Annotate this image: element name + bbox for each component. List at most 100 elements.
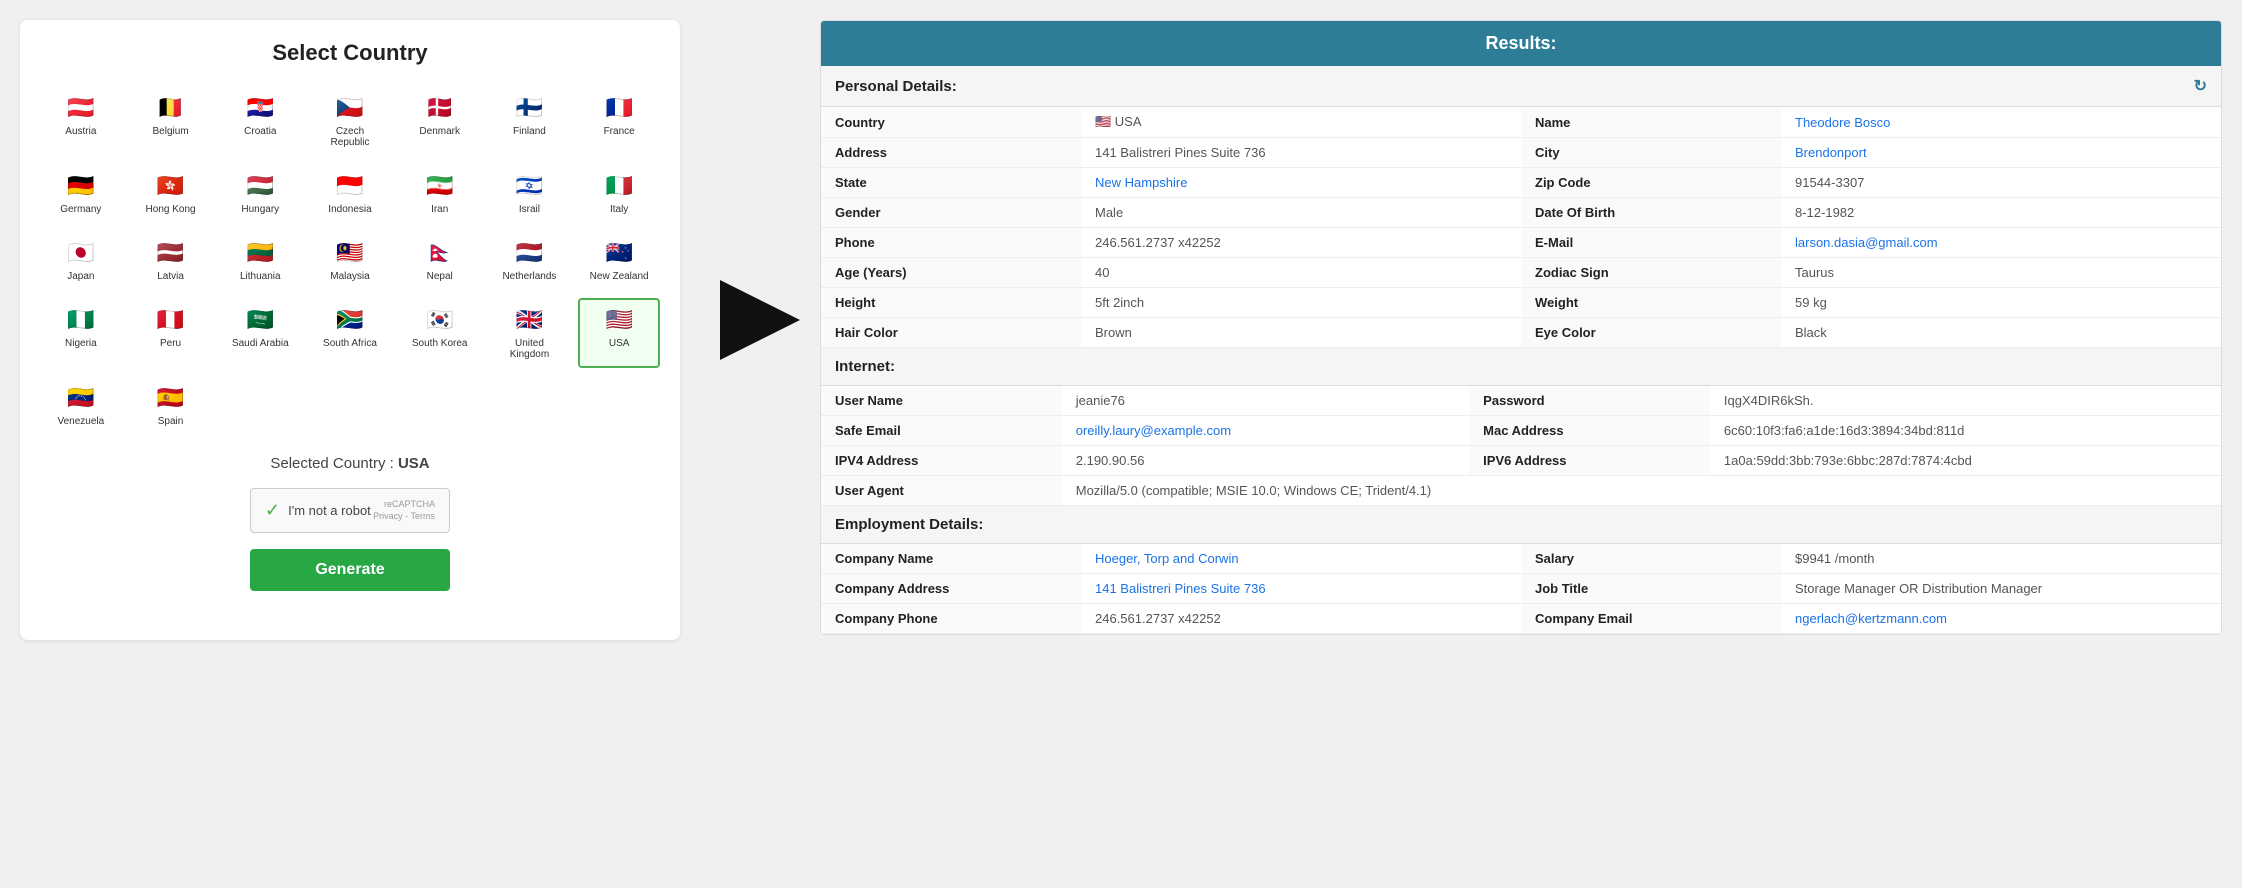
country-item-israil[interactable]: 🇮🇱Israil <box>489 164 571 223</box>
country-item-denmark[interactable]: 🇩🇰Denmark <box>399 86 481 156</box>
country-item-japan[interactable]: 🇯🇵Japan <box>40 231 122 290</box>
country-item-saudi-arabia[interactable]: 🇸🇦Saudi Arabia <box>219 298 301 368</box>
row-label2: E-Mail <box>1521 228 1781 258</box>
country-item-new-zealand[interactable]: 🇳🇿New Zealand <box>578 231 660 290</box>
selected-country-display: Selected Country : USA <box>40 455 660 472</box>
country-item-nepal[interactable]: 🇳🇵Nepal <box>399 231 481 290</box>
country-label: Belgium <box>152 126 188 137</box>
row-value2: 8-12-1982 <box>1781 198 2221 228</box>
country-item-france[interactable]: 🇫🇷France <box>578 86 660 156</box>
flag-icon: 🇨🇿 <box>328 94 372 122</box>
row-label2: Zodiac Sign <box>1521 258 1781 288</box>
table-row: User Name jeanie76 Password IqgX4DIR6kSh… <box>821 386 2221 416</box>
row-value: 🇺🇸 USA <box>1081 107 1521 138</box>
refresh-icon[interactable]: ↻ <box>2194 76 2207 96</box>
country-item-hungary[interactable]: 🇭🇺Hungary <box>219 164 301 223</box>
table-row: User Agent Mozilla/5.0 (compatible; MSIE… <box>821 476 2221 506</box>
country-item-lithuania[interactable]: 🇱🇹Lithuania <box>219 231 301 290</box>
row-value: Hoeger, Torp and Corwin <box>1081 544 1521 574</box>
row-value: New Hampshire <box>1081 168 1521 198</box>
country-label: Finland <box>513 126 546 137</box>
country-item-spain[interactable]: 🇪🇸Spain <box>130 376 212 435</box>
country-item-malaysia[interactable]: 🇲🇾Malaysia <box>309 231 391 290</box>
captcha-logo-line1: reCAPTCHA <box>373 499 435 511</box>
row-label: Phone <box>821 228 1081 258</box>
country-item-peru[interactable]: 🇵🇪Peru <box>130 298 212 368</box>
country-item-south-africa[interactable]: 🇿🇦 South Africa <box>309 298 391 368</box>
flag-icon: 🇿🇦 <box>328 306 372 334</box>
country-item-belgium[interactable]: 🇧🇪Belgium <box>130 86 212 156</box>
generate-button[interactable]: Generate <box>250 549 450 591</box>
country-item-iran[interactable]: 🇮🇷Iran <box>399 164 481 223</box>
flag-icon: 🇭🇷 <box>238 94 282 122</box>
country-item-usa[interactable]: 🇺🇸USA <box>578 298 660 368</box>
table-row: IPV4 Address 2.190.90.56 IPV6 Address 1a… <box>821 446 2221 476</box>
flag-icon: 🇮🇹 <box>597 172 641 200</box>
flag-icon: 🇱🇻 <box>149 239 193 267</box>
row-value2: 91544-3307 <box>1781 168 2221 198</box>
flag-icon: 🇫🇮 <box>507 94 551 122</box>
country-label: South Korea <box>412 338 468 349</box>
employment-label: Employment Details: <box>835 516 983 533</box>
row-label2: Date Of Birth <box>1521 198 1781 228</box>
row-label: IPV4 Address <box>821 446 1062 476</box>
country-label: Indonesia <box>328 204 371 215</box>
captcha-left: ✓ I'm not a robot <box>265 500 371 521</box>
employment-section-header: Employment Details: <box>821 506 2221 544</box>
country-item-indonesia[interactable]: 🇮🇩Indonesia <box>309 164 391 223</box>
country-item-united-kingdom[interactable]: 🇬🇧United Kingdom <box>489 298 571 368</box>
flag-icon: 🇰🇷 <box>418 306 462 334</box>
row-value2: Theodore Bosco <box>1781 107 2221 138</box>
row-value2: Taurus <box>1781 258 2221 288</box>
country-label: Italy <box>610 204 628 215</box>
flag-icon: 🇸🇦 <box>238 306 282 334</box>
country-item-austria[interactable]: 🇦🇹Austria <box>40 86 122 156</box>
results-panel: Results: Personal Details: ↻ Country 🇺🇸 … <box>820 20 2222 635</box>
personal-details-table: Country 🇺🇸 USA Name Theodore Bosco Addre… <box>821 107 2221 348</box>
row-value2: 6c60:10f3:fa6:a1de:16d3:3894:34bd:811d <box>1710 416 2221 446</box>
table-row: Phone 246.561.2737 x42252 E-Mail larson.… <box>821 228 2221 258</box>
arrow-container <box>700 0 820 360</box>
captcha-widget[interactable]: ✓ I'm not a robot reCAPTCHA Privacy - Te… <box>250 488 450 533</box>
row-label: Company Address <box>821 574 1081 604</box>
row-label: User Name <box>821 386 1062 416</box>
flag-icon: 🇩🇪 <box>59 172 103 200</box>
country-grid: 🇦🇹Austria🇧🇪Belgium🇭🇷Croatia🇨🇿Czech Repub… <box>40 86 660 435</box>
table-row: Company Name Hoeger, Torp and Corwin Sal… <box>821 544 2221 574</box>
results-header: Results: <box>821 21 2221 66</box>
flag-icon: 🇱🇹 <box>238 239 282 267</box>
row-value2: IqgX4DIR6kSh. <box>1710 386 2221 416</box>
row-value: 246.561.2737 x42252 <box>1081 228 1521 258</box>
country-item-germany[interactable]: 🇩🇪 Germany <box>40 164 122 223</box>
country-label: Denmark <box>419 126 460 137</box>
row-label: User Agent <box>821 476 1062 506</box>
row-label: State <box>821 168 1081 198</box>
country-item-nigeria[interactable]: 🇳🇬Nigeria <box>40 298 122 368</box>
table-row: Age (Years) 40 Zodiac Sign Taurus <box>821 258 2221 288</box>
country-selector-panel: Select Country 🇦🇹Austria🇧🇪Belgium🇭🇷Croat… <box>20 20 680 640</box>
country-label: South Africa <box>323 338 377 349</box>
country-item-czech-republic[interactable]: 🇨🇿Czech Republic <box>309 86 391 156</box>
captcha-logo: reCAPTCHA Privacy - Terms <box>373 499 435 522</box>
flag-icon: 🇮🇷 <box>418 172 462 200</box>
country-item-italy[interactable]: 🇮🇹 Italy <box>578 164 660 223</box>
country-item-croatia[interactable]: 🇭🇷Croatia <box>219 86 301 156</box>
flag-icon: 🇫🇷 <box>597 94 641 122</box>
row-value2: $9941 /month <box>1781 544 2221 574</box>
country-item-hong-kong[interactable]: 🇭🇰Hong Kong <box>130 164 212 223</box>
country-item-south-korea[interactable]: 🇰🇷 South Korea <box>399 298 481 368</box>
flag-icon: 🇳🇿 <box>597 239 641 267</box>
row-value: 141 Balistreri Pines Suite 736 <box>1081 574 1521 604</box>
country-item-venezuela[interactable]: 🇻🇪Venezuela <box>40 376 122 435</box>
row-label: Company Phone <box>821 604 1081 634</box>
country-label: Israil <box>519 204 540 215</box>
table-row: Address 141 Balistreri Pines Suite 736 C… <box>821 138 2221 168</box>
country-item-finland[interactable]: 🇫🇮 Finland <box>489 86 571 156</box>
country-item-netherlands[interactable]: 🇳🇱Netherlands <box>489 231 571 290</box>
country-item-latvia[interactable]: 🇱🇻 Latvia <box>130 231 212 290</box>
country-label: Latvia <box>157 271 184 282</box>
country-label: Spain <box>158 416 184 427</box>
country-label: Germany <box>60 204 101 215</box>
country-label: Peru <box>160 338 181 349</box>
captcha-text: I'm not a robot <box>288 503 371 518</box>
